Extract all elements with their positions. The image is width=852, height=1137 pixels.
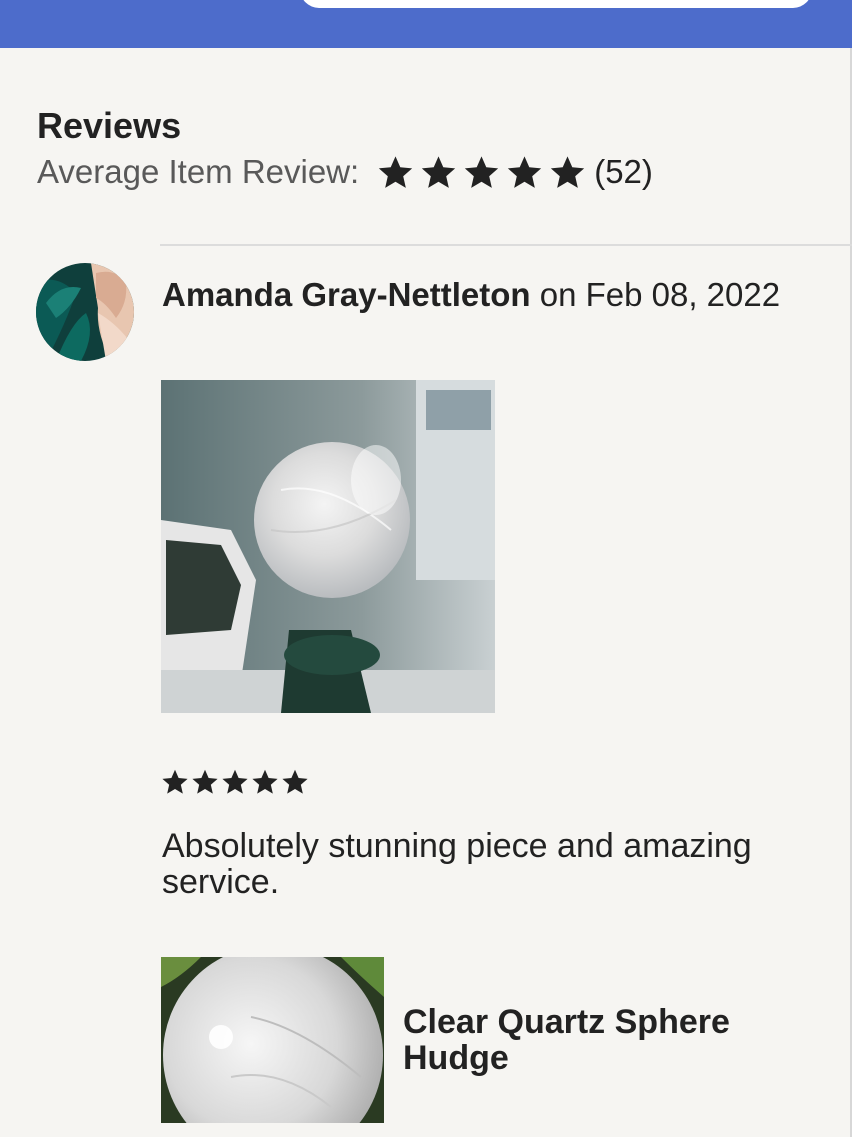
average-rating-label: Average Item Review: [37,153,360,190]
star-icon [551,155,585,188]
reviewer-name-link[interactable]: Amanda Gray-Nettleton [162,276,531,313]
star-icon [282,769,308,794]
star-icon [379,155,413,188]
divider [160,244,852,246]
product-title-link[interactable]: Clear Quartz Sphere Hudge [403,1004,823,1076]
product-thumbnail[interactable] [161,957,384,1123]
average-rating-row: Average Item Review: (52) [37,150,653,194]
review-photo[interactable] [161,380,495,713]
search-bar[interactable] [300,0,812,8]
star-icon [508,155,542,188]
star-icon [222,769,248,794]
review-date: on Feb 08, 2022 [539,276,781,313]
star-icon [465,155,499,188]
reviews-heading: Reviews [37,105,182,146]
star-icon [162,769,188,794]
review-header: Amanda Gray-Nettleton on Feb 08, 2022 [162,277,802,313]
review-rating-stars [161,768,309,796]
review-text: Absolutely stunning piece and amazing se… [162,827,752,901]
star-icon [252,769,278,794]
top-bar [0,0,852,48]
avatar[interactable] [36,263,134,361]
star-icon [192,769,218,794]
average-rating-stars [377,154,586,191]
review-count: (52) [594,153,653,190]
star-icon [422,155,456,188]
